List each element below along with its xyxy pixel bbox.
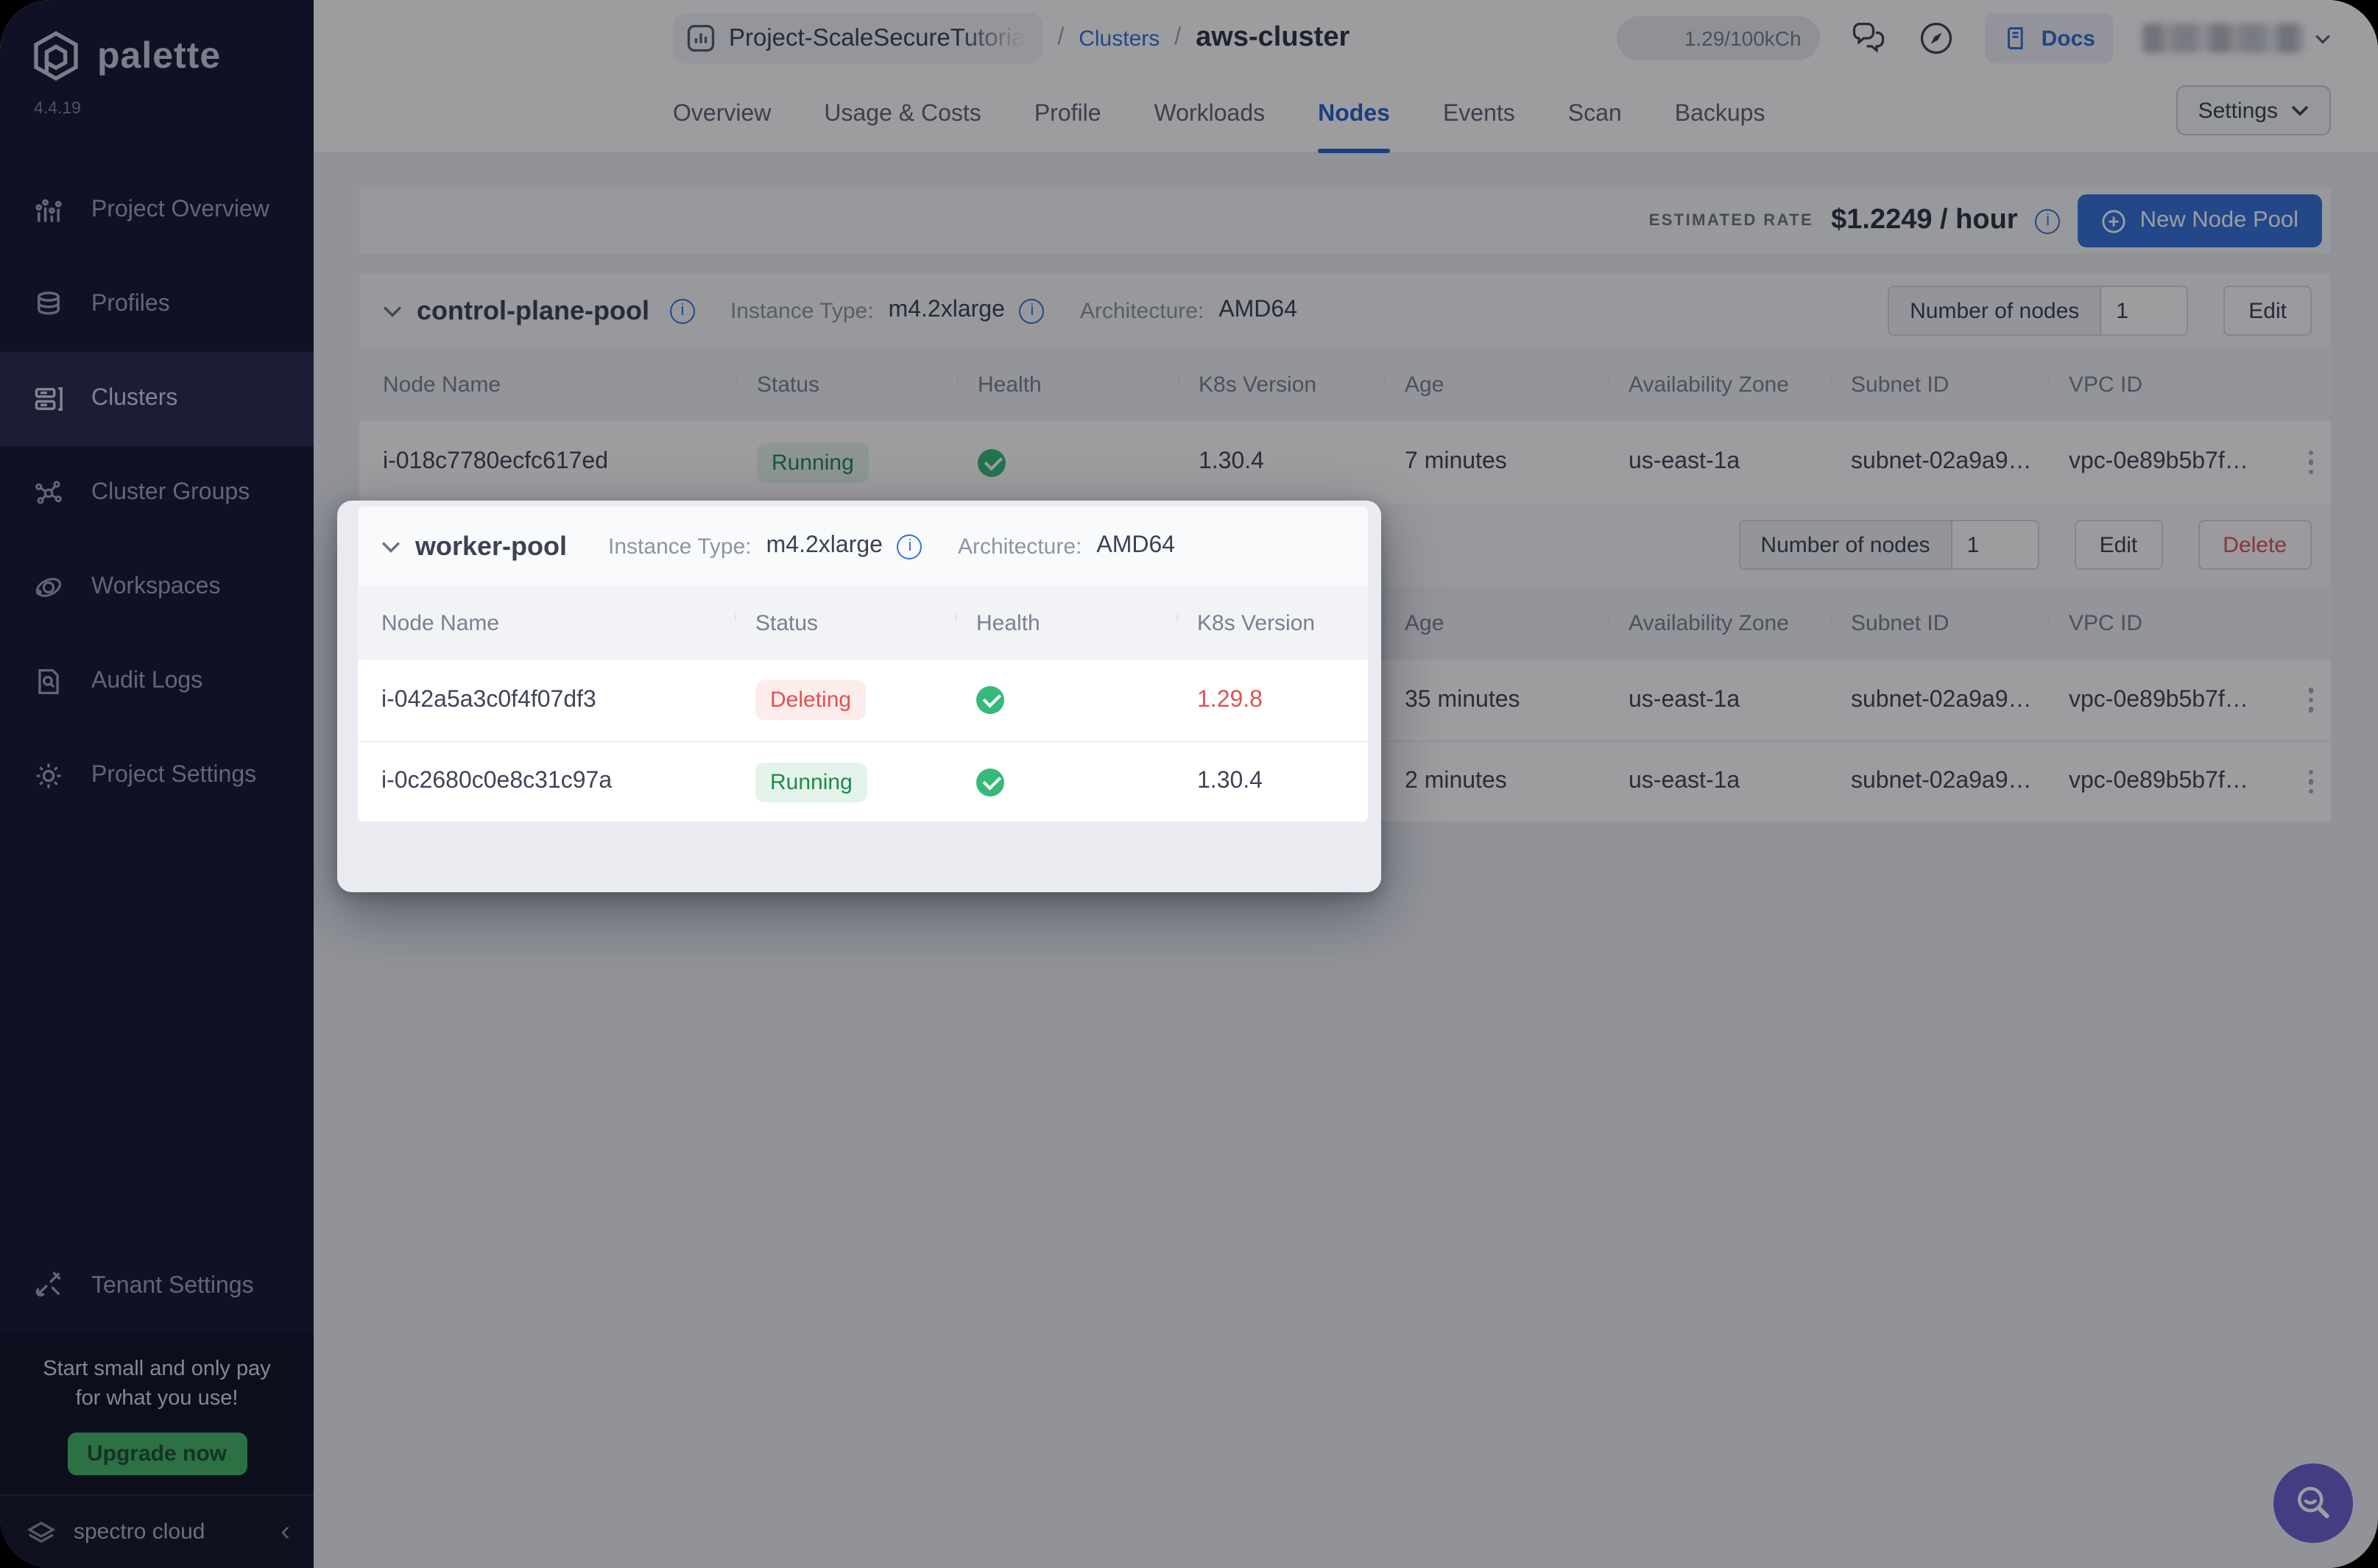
- collapse-chevron-icon[interactable]: [381, 540, 401, 553]
- table-row-worker-node-1-highlighted: i-042a5a3c0f4f07df3 Deleting 1.29.8: [358, 660, 1368, 741]
- architecture-value: AMD64: [1096, 533, 1175, 559]
- table-row-worker-node-2-highlighted: i-0c2680c0e8c31c97a Running 1.30.4: [358, 741, 1368, 822]
- k8s-version: 1.29.8: [1197, 687, 1368, 713]
- status-badge: Running: [755, 762, 867, 802]
- instance-type-info-icon[interactable]: [897, 534, 922, 559]
- node-name: i-0c2680c0e8c31c97a: [381, 769, 755, 795]
- node-name: i-042a5a3c0f4f07df3: [381, 687, 755, 713]
- col-node-name: Node Name: [381, 610, 755, 635]
- health-ok-icon: [976, 686, 1004, 714]
- health-ok-icon: [976, 768, 1004, 796]
- spotlight-card-content: worker-pool Instance Type: m4.2xlarge Ar…: [358, 506, 1368, 822]
- worker-table-header-highlighted: Node Name Status Health K8s Version: [358, 586, 1368, 660]
- palette-app-window: palette 4.4.19 Project Overview Profiles: [0, 0, 2378, 1568]
- instance-type-value: m4.2xlarge: [766, 533, 883, 559]
- pool-name: worker-pool: [415, 531, 567, 562]
- architecture-label: Architecture:: [958, 534, 1082, 559]
- instance-type-label: Instance Type:: [608, 534, 752, 559]
- scale-wrapper: palette 4.4.19 Project Overview Profiles: [0, 0, 2378, 1568]
- k8s-version: 1.30.4: [1197, 769, 1368, 795]
- spotlight-card-worker-pool: worker-pool Instance Type: m4.2xlarge Ar…: [337, 501, 1381, 892]
- col-health: Health: [976, 610, 1197, 635]
- worker-pool-header-highlighted: worker-pool Instance Type: m4.2xlarge Ar…: [358, 506, 1368, 586]
- col-status: Status: [755, 610, 976, 635]
- col-k8s-version: K8s Version: [1197, 610, 1368, 635]
- status-badge: Deleting: [755, 680, 866, 720]
